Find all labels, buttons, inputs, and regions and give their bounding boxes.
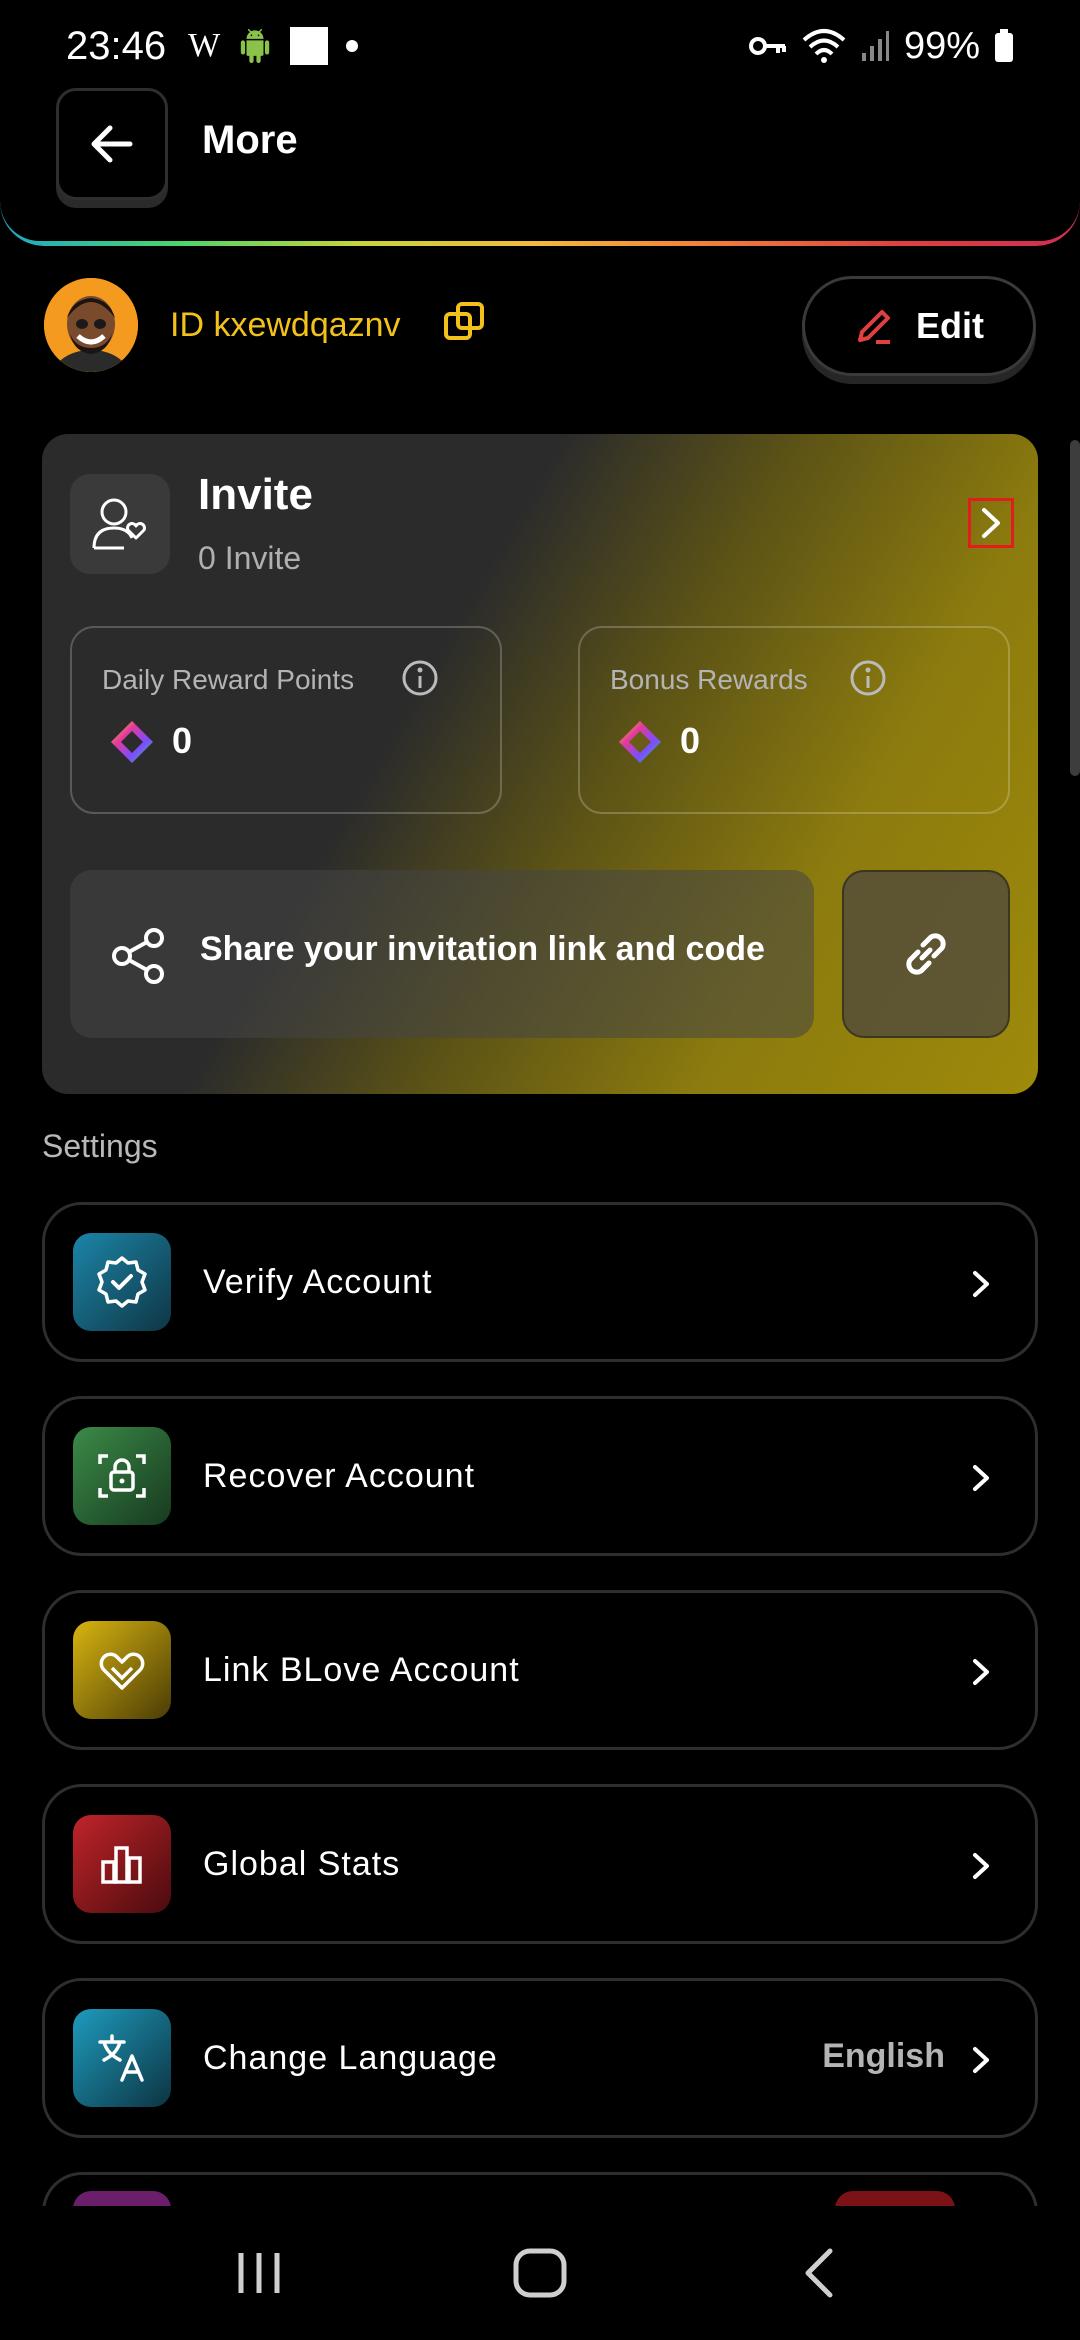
row-label: Change Language [203,2039,498,2077]
wifi-icon [802,29,846,63]
scrollbar[interactable] [1070,440,1080,776]
wikipedia-icon: W [188,27,221,64]
top-header: More [0,86,1080,246]
verified-badge-icon [73,1233,171,1331]
system-nav-bar [0,2206,1080,2340]
chevron-right-icon [982,508,1000,538]
bar-chart-icon [73,1815,171,1913]
settings-section-title: Settings [42,1128,158,1164]
row-label: Global Stats [203,1845,401,1883]
invite-count: 0 Invite [198,540,302,576]
daily-reward-box: Daily Reward Points 0 [70,626,502,814]
bonus-reward-box: Bonus Rewards 0 [578,626,1010,814]
settings-item-link-blove-account[interactable]: Link BLove Account [42,1590,1038,1750]
gem-icon [619,721,661,763]
daily-reward-value: 0 [172,720,193,761]
edit-profile-button[interactable]: Edit [802,276,1036,376]
key-icon [748,37,786,55]
back-nav-button[interactable] [780,2233,860,2313]
chevron-left-icon [805,2248,833,2298]
settings-item-global-stats[interactable]: Global Stats [42,1784,1038,1944]
invite-title: Invite [198,470,313,519]
invite-card: Invite 0 Invite Daily Reward Points 0 Bo… [42,434,1038,1094]
row-label: Link BLove Account [203,1651,520,1689]
settings-item-verify-account[interactable]: Verify Account [42,1202,1038,1362]
info-icon[interactable] [848,658,888,698]
battery-icon [995,29,1013,62]
language-value: English [822,2037,945,2075]
copy-icon[interactable] [442,300,486,344]
bonus-reward-value: 0 [680,720,701,761]
battery-text: 99% [903,24,980,67]
share-label: Share your invitation link and code [200,930,765,968]
arrow-left-icon [91,125,133,163]
signal-icon [861,31,889,61]
chevron-right-icon [973,2047,989,2073]
back-button[interactable] [56,88,168,200]
dot-icon [346,40,359,52]
page-title: More [202,118,298,162]
profile-row: ID kxewdqaznv Edit [44,276,1036,380]
share-invitation-button[interactable]: Share your invitation link and code [70,870,814,1038]
row-label: Recover Account [203,1457,476,1495]
info-icon[interactable] [400,658,440,698]
lock-scan-icon [73,1427,171,1525]
invite-details-button[interactable] [968,498,1014,548]
gem-icon [111,721,153,763]
user-heart-icon [92,498,146,550]
chevron-right-icon [973,1271,989,1297]
pencil-icon [858,310,890,344]
bonus-reward-label: Bonus Rewards [610,664,808,695]
status-time: 23:46 [66,23,167,68]
copy-link-button[interactable] [842,870,1010,1038]
chevron-right-icon [973,1853,989,1879]
heart-link-icon [73,1621,171,1719]
daily-reward-label: Daily Reward Points [102,664,355,695]
settings-item-recover-account[interactable]: Recover Account [42,1396,1038,1556]
edit-label: Edit [916,305,984,346]
home-icon [513,2248,567,2298]
android-icon [241,29,270,63]
recent-apps-icon [238,2253,280,2293]
user-id: ID kxewdqaznv [170,306,401,344]
chevron-right-icon [973,1465,989,1491]
status-bar: 23:46 W 99% [0,0,1080,92]
link-icon [906,933,946,975]
recent-apps-button[interactable] [220,2233,300,2313]
avatar[interactable] [44,278,138,372]
share-icon [112,928,164,984]
home-button[interactable] [500,2233,580,2313]
avatar-image [44,278,138,372]
chevron-right-icon [973,1659,989,1685]
translate-icon [73,2009,171,2107]
row-label: Verify Account [203,1263,433,1301]
settings-item-change-language[interactable]: Change Language English [42,1978,1038,2138]
square-icon [290,27,329,65]
invite-icon-box [70,474,170,574]
